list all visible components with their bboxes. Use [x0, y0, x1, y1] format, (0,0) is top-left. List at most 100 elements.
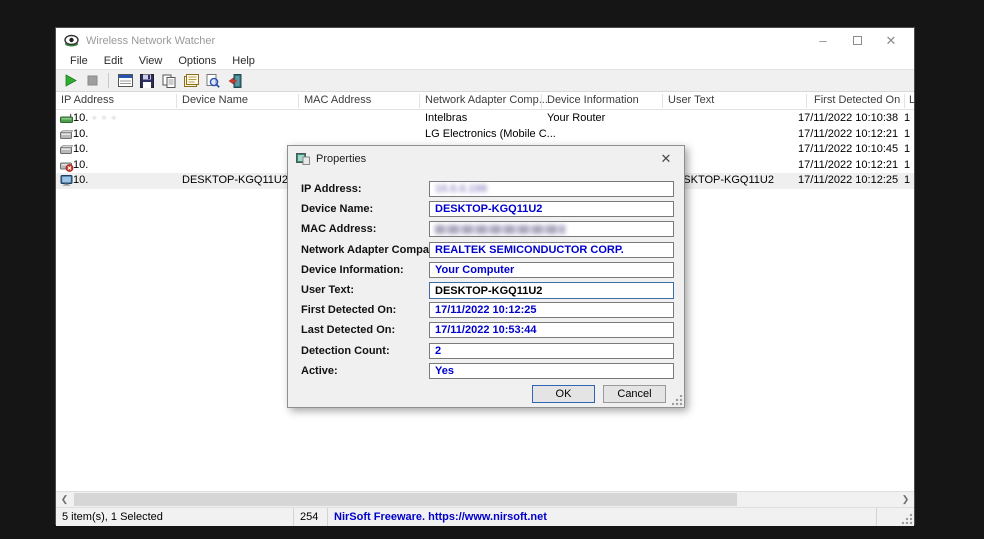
toolbar-separator: [108, 73, 109, 88]
field-input-5[interactable]: DESKTOP-KGQ11U2: [429, 282, 674, 299]
save-button[interactable]: [139, 73, 155, 88]
cell-ip: 10.: [73, 143, 88, 155]
list-header: IP Address Device Name MAC Address Network …: [56, 92, 914, 110]
field-input-0[interactable]: 10.0.0.198: [429, 181, 674, 197]
column-header-2[interactable]: MAC Address: [304, 94, 371, 106]
maximize-icon: [853, 36, 862, 45]
redacted-ip-suffix: • • •: [88, 113, 117, 123]
column-header-4[interactable]: Device Information: [547, 94, 639, 106]
column-separator[interactable]: [806, 94, 807, 108]
cell-first_detected: 17/11/2022 10:12:25: [798, 174, 898, 186]
find-button[interactable]: [205, 73, 221, 88]
device-error-icon: [60, 160, 73, 171]
cell-last: 1: [904, 112, 910, 124]
menu-item-view[interactable]: View: [131, 55, 171, 67]
properties-button[interactable]: [183, 73, 199, 88]
cell-last: 1: [904, 128, 910, 140]
table-row[interactable]: 10.LG Electronics (Mobile C...17/11/2022…: [56, 127, 914, 143]
column-separator[interactable]: [298, 94, 299, 108]
copy-button[interactable]: [161, 73, 177, 88]
field-label-5: User Text:: [301, 284, 354, 296]
field-input-8[interactable]: 2: [429, 343, 674, 359]
desktop-background: Wireless Network Watcher – ✕ FileEditVie…: [0, 0, 984, 539]
scroll-right-arrow[interactable]: ❯: [897, 492, 914, 507]
column-header-6[interactable]: First Detected On: [814, 94, 900, 106]
menubar: FileEditViewOptionsHelp: [56, 53, 914, 69]
column-header-0[interactable]: IP Address: [61, 94, 114, 106]
cancel-button[interactable]: Cancel: [603, 385, 666, 403]
column-header-5[interactable]: User Text: [668, 94, 714, 106]
find-icon: [206, 74, 220, 88]
dialog-resize-grip[interactable]: [672, 395, 683, 406]
window-resize-grip[interactable]: [901, 513, 913, 525]
app-eye-icon: [64, 34, 79, 47]
status-count-label: 254: [300, 511, 318, 523]
start-scan-button[interactable]: [62, 73, 78, 88]
ok-button[interactable]: OK: [532, 385, 595, 403]
column-header-7[interactable]: L: [909, 94, 915, 106]
field-label-4: Device Information:: [301, 264, 404, 276]
field-value-7: 17/11/2022 10:53:44: [435, 324, 537, 336]
field-input-6[interactable]: 17/11/2022 10:12:25: [429, 302, 674, 318]
field-value-4: Your Computer: [435, 264, 514, 276]
field-input-4[interactable]: Your Computer: [429, 262, 674, 278]
field-input-1[interactable]: DESKTOP-KGQ11U2: [429, 201, 674, 217]
field-value-0: 10.0.0.198: [435, 183, 487, 195]
cell-device_name: DESKTOP-KGQ11U2: [182, 174, 288, 186]
router-icon: [60, 113, 73, 124]
column-header-3[interactable]: Network Adapter Comp...: [425, 94, 548, 106]
status-selection-text: 5 item(s), 1 Selected: [56, 508, 294, 526]
horizontal-scrollbar[interactable]: ❮ ❯: [56, 491, 914, 507]
cell-first_detected: 17/11/2022 10:12:21: [798, 128, 898, 140]
dialog-title: Properties: [316, 153, 366, 165]
table-row[interactable]: 10. • • •IntelbrasYour Router17/11/2022 …: [56, 111, 914, 127]
column-separator[interactable]: [662, 94, 663, 108]
html-report-button[interactable]: [117, 73, 133, 88]
save-icon: [140, 74, 154, 88]
field-value-8: 2: [435, 345, 441, 357]
scrollbar-thumb[interactable]: [74, 493, 737, 506]
dialog-close-button[interactable]: ✕: [656, 150, 676, 168]
column-separator[interactable]: [541, 94, 542, 108]
redacted-value-bar: [435, 225, 565, 234]
column-separator[interactable]: [419, 94, 420, 108]
close-button[interactable]: ✕: [874, 28, 908, 53]
field-label-9: Active:: [301, 365, 338, 377]
status-link-panel: NirSoft Freeware. https://www.nirsoft.ne…: [328, 508, 877, 526]
field-value-5: DESKTOP-KGQ11U2: [435, 285, 542, 297]
statusbar: 5 item(s), 1 Selected 254 NirSoft Freewa…: [56, 507, 914, 526]
device-icon: [60, 129, 73, 140]
field-label-0: IP Address:: [301, 183, 362, 195]
device-icon: [60, 144, 73, 155]
column-separator[interactable]: [904, 94, 905, 108]
cell-last: 1: [904, 159, 910, 171]
nirsoft-link[interactable]: NirSoft Freeware. https://www.nirsoft.ne…: [334, 511, 547, 523]
menu-item-file[interactable]: File: [62, 55, 96, 67]
cell-adapter: LG Electronics (Mobile C...: [425, 128, 556, 140]
exit-button[interactable]: [227, 73, 243, 88]
play-icon: [64, 74, 77, 87]
stop-scan-button[interactable]: [84, 73, 100, 88]
field-input-2[interactable]: [429, 221, 674, 237]
minimize-button[interactable]: –: [806, 28, 840, 53]
computer-icon: [60, 175, 73, 186]
field-value-9: Yes: [435, 365, 454, 377]
menu-item-help[interactable]: Help: [224, 55, 263, 67]
cell-last: 1: [904, 174, 910, 186]
menu-item-edit[interactable]: Edit: [96, 55, 131, 67]
toolbar: [56, 69, 914, 92]
properties-dialog: Properties ✕ IP Address: 10.0.0.198 Device…: [287, 145, 685, 408]
menu-item-options[interactable]: Options: [170, 55, 224, 67]
maximize-button[interactable]: [840, 28, 874, 53]
field-input-3[interactable]: REALTEK SEMICONDUCTOR CORP.: [429, 242, 674, 258]
scroll-left-arrow[interactable]: ❮: [56, 492, 73, 507]
column-separator[interactable]: [176, 94, 177, 108]
column-header-1[interactable]: Device Name: [182, 94, 248, 106]
field-input-9[interactable]: Yes: [429, 363, 674, 379]
copy-icon: [162, 74, 176, 88]
field-input-7[interactable]: 17/11/2022 10:53:44: [429, 322, 674, 338]
cell-ip: 10.: [73, 159, 88, 171]
titlebar[interactable]: Wireless Network Watcher – ✕: [56, 28, 914, 53]
dialog-titlebar[interactable]: Properties ✕: [288, 146, 684, 172]
cell-adapter: Intelbras: [425, 112, 467, 124]
